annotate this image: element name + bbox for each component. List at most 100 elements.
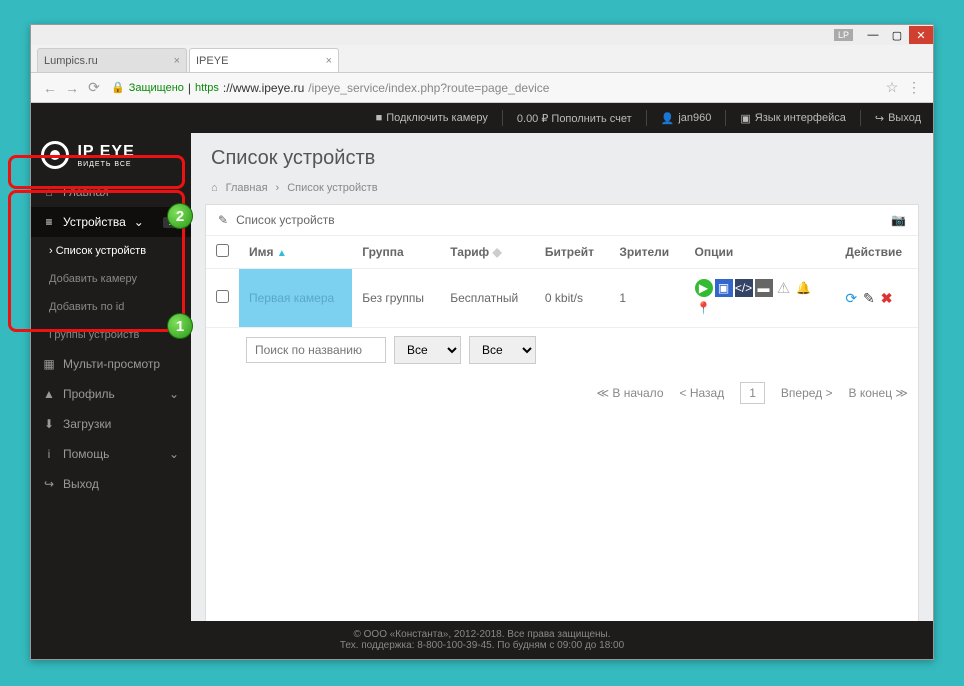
col-bitrate: Битрейт xyxy=(535,236,609,269)
tariff-filter[interactable]: Все xyxy=(469,336,536,364)
archive-icon[interactable]: ▬ xyxy=(755,279,773,297)
play-icon[interactable]: ▶ xyxy=(695,279,713,297)
annotation-marker-2: 2 xyxy=(167,203,193,229)
chevron-down-icon: ⌄ xyxy=(134,215,144,229)
url-host: ://www.ipeye.ru xyxy=(223,81,304,95)
app-topbar: ■Подключить камеру 0.00 ₽ Пополнить счет… xyxy=(31,103,933,133)
tab-ipeye[interactable]: IPEYE × xyxy=(189,48,339,72)
menu-icon[interactable]: ⋮ xyxy=(903,79,925,96)
col-name[interactable]: Имя ▲ xyxy=(239,236,352,269)
reload-button[interactable]: ⟳ xyxy=(83,79,105,96)
info-icon: i xyxy=(43,447,55,461)
logo: IP EYEВИДЕТЬ ВСЕ xyxy=(31,133,191,177)
eye-icon xyxy=(41,141,69,169)
lp-badge: LP xyxy=(834,29,853,41)
nav-profile[interactable]: ▲Профиль⌄ xyxy=(31,379,191,409)
window-titlebar: LP — ▢ ✕ xyxy=(31,25,933,45)
col-viewers: Зрители xyxy=(609,236,684,269)
close-icon[interactable]: × xyxy=(326,55,332,67)
forward-button[interactable]: → xyxy=(61,80,83,96)
secure-label: Защищено xyxy=(129,82,184,94)
grid-icon: ▦ xyxy=(43,357,55,371)
main-content: Список устройств ⌂ Главная › Список устр… xyxy=(191,133,933,659)
device-bitrate: 0 kbit/s xyxy=(535,269,609,328)
close-icon[interactable]: × xyxy=(174,55,180,67)
subnav-device-list[interactable]: › Список устройств xyxy=(31,237,191,265)
table-row: Первая камера Без группы Бесплатный 0 kb… xyxy=(206,269,918,328)
maximize-button[interactable]: ▢ xyxy=(885,26,909,44)
col-tariff[interactable]: Тариф ◆ xyxy=(440,236,535,269)
group-filter[interactable]: Все xyxy=(394,336,461,364)
tab-label: IPEYE xyxy=(196,55,228,67)
chevron-down-icon: ⌄ xyxy=(169,447,179,461)
address-bar: ← → ⟳ 🔒 Защищено | https://www.ipeye.ru/… xyxy=(31,73,933,103)
breadcrumb: ⌂ Главная › Список устройств xyxy=(191,176,933,204)
pagination: ≪ В начало < Назад 1 Вперед > В конец ≫ xyxy=(206,372,918,414)
home-icon: ⌂ xyxy=(43,185,55,199)
minimize-button[interactable]: — xyxy=(861,26,885,44)
back-button[interactable]: ← xyxy=(39,80,61,96)
user-icon: ▲ xyxy=(43,387,55,401)
nav-help[interactable]: iПомощь⌄ xyxy=(31,439,191,469)
device-panel: ✎ Список устройств 📷 Имя ▲ Группа Тариф … xyxy=(205,204,919,645)
subnav-add-camera[interactable]: Добавить камеру xyxy=(31,265,191,293)
crumb-current: Список устройств xyxy=(287,182,377,194)
exit-icon: ↪ xyxy=(875,112,884,125)
search-input[interactable] xyxy=(246,337,386,363)
image-icon[interactable]: ▣ xyxy=(715,279,733,297)
device-tariff: Бесплатный xyxy=(440,269,535,328)
device-table: Имя ▲ Группа Тариф ◆ Битрейт Зрители Опц… xyxy=(206,236,918,328)
tab-label: Lumpics.ru xyxy=(44,55,98,67)
nav-multiview[interactable]: ▦Мульти-просмотр xyxy=(31,349,191,379)
url-field[interactable]: 🔒 Защищено | https://www.ipeye.ru/ipeye_… xyxy=(105,81,881,95)
panel-title: Список устройств xyxy=(236,213,335,227)
device-group: Без группы xyxy=(352,269,440,328)
device-viewers: 1 xyxy=(609,269,684,328)
col-group[interactable]: Группа xyxy=(352,236,440,269)
nav-home[interactable]: ⌂Главная xyxy=(31,177,191,207)
page-next[interactable]: Вперед > xyxy=(781,386,833,400)
subnav-add-by-id[interactable]: Добавить по id xyxy=(31,293,191,321)
page-prev[interactable]: < Назад xyxy=(680,386,725,400)
col-options: Опции xyxy=(685,236,836,269)
pencil-icon[interactable]: ✎ xyxy=(218,213,228,227)
star-icon[interactable]: ☆ xyxy=(881,79,903,96)
refresh-icon[interactable]: ⟳ xyxy=(845,290,857,307)
sort-asc-icon: ▲ xyxy=(277,248,287,259)
annotation-marker-1: 1 xyxy=(167,313,193,339)
footer: © ООО «Константа», 2012-2018. Все права … xyxy=(31,621,933,659)
select-all-checkbox[interactable] xyxy=(216,244,229,257)
globe-icon: ▣ xyxy=(740,112,750,125)
download-icon: ⬇ xyxy=(43,417,55,431)
user-menu[interactable]: 👤jan960 xyxy=(661,112,712,125)
url-scheme: https xyxy=(195,82,219,94)
crumb-home[interactable]: Главная xyxy=(226,182,268,194)
bell-icon[interactable]: 🔔 xyxy=(795,279,813,297)
language-button[interactable]: ▣Язык интерфейса xyxy=(740,112,845,125)
camera-icon: ■ xyxy=(376,112,383,124)
connect-camera-button[interactable]: ■Подключить камеру xyxy=(376,112,488,124)
pin-icon[interactable]: 📍 xyxy=(695,299,713,317)
camera-icon[interactable]: 📷 xyxy=(891,213,906,227)
exit-button[interactable]: ↪Выход xyxy=(875,112,921,125)
col-actions: Действие xyxy=(835,236,918,269)
page-current: 1 xyxy=(740,382,765,404)
page-title: Список устройств xyxy=(211,147,913,170)
device-name-link[interactable]: Первая камера xyxy=(249,291,334,305)
lock-icon: 🔒 xyxy=(111,81,125,94)
page-first[interactable]: ≪ В начало xyxy=(596,386,663,400)
exit-icon: ↪ xyxy=(43,477,55,491)
delete-icon[interactable]: ✖ xyxy=(881,290,893,307)
embed-icon[interactable]: </> xyxy=(735,279,753,297)
row-checkbox[interactable] xyxy=(216,290,229,303)
close-button[interactable]: ✕ xyxy=(909,26,933,44)
user-icon: 👤 xyxy=(661,112,675,125)
nav-downloads[interactable]: ⬇Загрузки xyxy=(31,409,191,439)
browser-tabs: Lumpics.ru × IPEYE × xyxy=(31,45,933,73)
balance-button[interactable]: 0.00 ₽ Пополнить счет xyxy=(517,112,632,125)
nav-logout[interactable]: ↪Выход xyxy=(31,469,191,499)
url-path: /ipeye_service/index.php?route=page_devi… xyxy=(308,81,549,95)
tab-lumpics[interactable]: Lumpics.ru × xyxy=(37,48,187,72)
page-last[interactable]: В конец ≫ xyxy=(849,386,908,400)
edit-icon[interactable]: ✎ xyxy=(863,290,875,307)
